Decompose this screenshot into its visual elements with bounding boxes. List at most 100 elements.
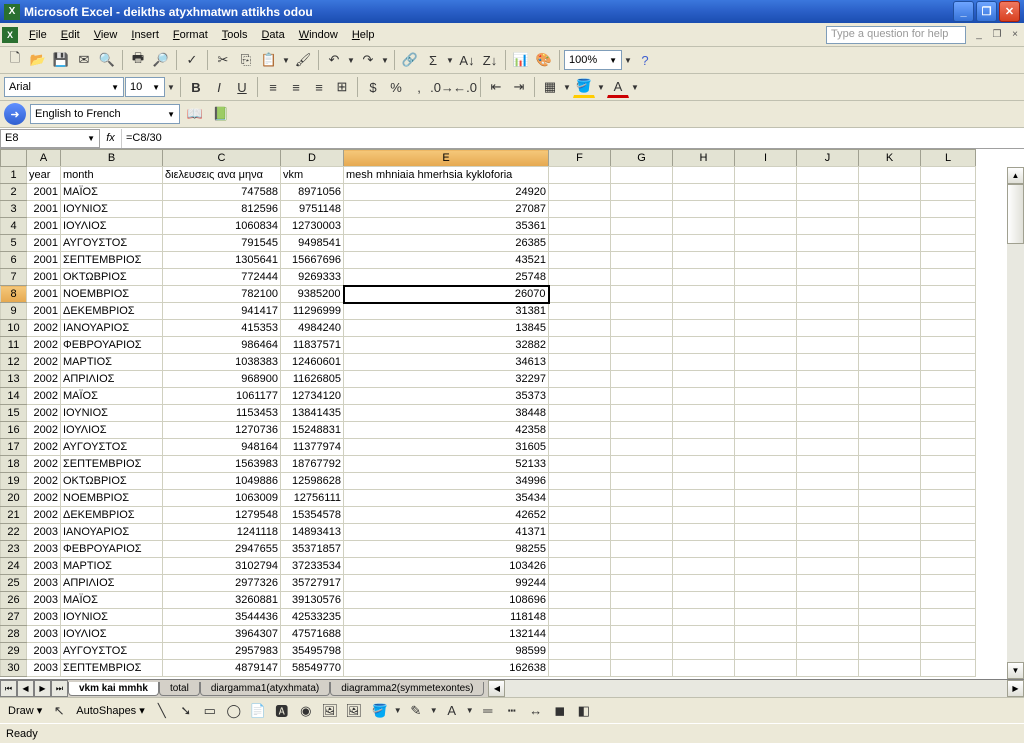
arrow-icon[interactable]: ➘ — [175, 700, 197, 722]
font-size-dropdown[interactable]: ▼ — [166, 83, 176, 92]
cell-E15[interactable]: 38448 — [344, 405, 549, 422]
cell-B6[interactable]: ΣΕΠΤΕΜΒΡΙΟΣ — [61, 252, 163, 269]
cell-F7[interactable] — [549, 269, 611, 286]
cell-C30[interactable]: 4879147 — [163, 660, 281, 677]
cell-E5[interactable]: 26385 — [344, 235, 549, 252]
cell-L21[interactable] — [921, 507, 976, 524]
cell-G17[interactable] — [611, 439, 673, 456]
cell-E6[interactable]: 43521 — [344, 252, 549, 269]
currency-icon[interactable]: $ — [362, 76, 384, 98]
cell-E29[interactable]: 98599 — [344, 643, 549, 660]
new-icon[interactable]: 🗋 — [4, 49, 26, 71]
oval-icon[interactable]: ◯ — [223, 700, 245, 722]
name-box[interactable]: E8▼ — [0, 129, 100, 148]
col-header-F[interactable]: F — [549, 150, 611, 167]
cell-H12[interactable] — [673, 354, 735, 371]
cell-H28[interactable] — [673, 626, 735, 643]
hscroll-right-button[interactable]: ▶ — [1007, 680, 1024, 697]
cell-F27[interactable] — [549, 609, 611, 626]
format-painter-icon[interactable]: 🖌 — [292, 49, 314, 71]
sort-desc-icon[interactable]: Z↓ — [479, 49, 501, 71]
cell-A29[interactable]: 2003 — [27, 643, 61, 660]
scroll-up-button[interactable]: ▲ — [1007, 167, 1024, 184]
row-header-10[interactable]: 10 — [1, 320, 27, 337]
cell-H18[interactable] — [673, 456, 735, 473]
hyperlink-icon[interactable]: 🔗 — [399, 49, 421, 71]
cell-J24[interactable] — [797, 558, 859, 575]
cell-H4[interactable] — [673, 218, 735, 235]
cell-A2[interactable]: 2001 — [27, 184, 61, 201]
cell-L12[interactable] — [921, 354, 976, 371]
cell-L11[interactable] — [921, 337, 976, 354]
cell-G21[interactable] — [611, 507, 673, 524]
cell-L19[interactable] — [921, 473, 976, 490]
cell-K11[interactable] — [859, 337, 921, 354]
font-color-dropdown[interactable]: ▼ — [630, 83, 640, 92]
cell-J30[interactable] — [797, 660, 859, 677]
cell-A15[interactable]: 2002 — [27, 405, 61, 422]
cell-D17[interactable]: 11377974 — [281, 439, 344, 456]
cell-K17[interactable] — [859, 439, 921, 456]
cell-C12[interactable]: 1038383 — [163, 354, 281, 371]
cell-L6[interactable] — [921, 252, 976, 269]
cell-L30[interactable] — [921, 660, 976, 677]
cell-L18[interactable] — [921, 456, 976, 473]
cell-B9[interactable]: ΔΕΚΕΜΒΡΙΟΣ — [61, 303, 163, 320]
cell-H15[interactable] — [673, 405, 735, 422]
chart-wizard-icon[interactable]: 📊 — [510, 49, 532, 71]
sheet-first-button[interactable]: ⏮ — [0, 680, 17, 697]
cell-B16[interactable]: ΙΟΥΛΙΟΣ — [61, 422, 163, 439]
cell-B5[interactable]: ΑΥΓΟΥΣΤΟΣ — [61, 235, 163, 252]
menu-format[interactable]: Format — [166, 26, 215, 44]
row-header-28[interactable]: 28 — [1, 626, 27, 643]
cell-L24[interactable] — [921, 558, 976, 575]
row-header-2[interactable]: 2 — [1, 184, 27, 201]
cell-I11[interactable] — [735, 337, 797, 354]
horizontal-scrollbar[interactable]: ◀ ▶ — [488, 680, 1024, 697]
row-header-4[interactable]: 4 — [1, 218, 27, 235]
cell-D11[interactable]: 11837571 — [281, 337, 344, 354]
cell-J21[interactable] — [797, 507, 859, 524]
cell-G24[interactable] — [611, 558, 673, 575]
translate-option2-icon[interactable]: 📗 — [210, 103, 232, 125]
menu-tools[interactable]: Tools — [215, 26, 255, 44]
cell-G29[interactable] — [611, 643, 673, 660]
cell-F20[interactable] — [549, 490, 611, 507]
row-header-26[interactable]: 26 — [1, 592, 27, 609]
wordart-icon[interactable]: 🅰 — [271, 700, 293, 722]
maximize-button[interactable]: ❐ — [976, 1, 997, 22]
cell-K1[interactable] — [859, 167, 921, 184]
cell-D29[interactable]: 35495798 — [281, 643, 344, 660]
cell-D26[interactable]: 39130576 — [281, 592, 344, 609]
cell-J26[interactable] — [797, 592, 859, 609]
col-header-D[interactable]: D — [281, 150, 344, 167]
cell-G18[interactable] — [611, 456, 673, 473]
cell-F21[interactable] — [549, 507, 611, 524]
cell-H13[interactable] — [673, 371, 735, 388]
cell-A10[interactable]: 2002 — [27, 320, 61, 337]
save-icon[interactable]: 💾 — [50, 49, 72, 71]
cell-A23[interactable]: 2003 — [27, 541, 61, 558]
cell-D12[interactable]: 12460601 — [281, 354, 344, 371]
cell-A12[interactable]: 2002 — [27, 354, 61, 371]
cell-F25[interactable] — [549, 575, 611, 592]
cell-C17[interactable]: 948164 — [163, 439, 281, 456]
sheet-prev-button[interactable]: ◀ — [17, 680, 34, 697]
cell-G1[interactable] — [611, 167, 673, 184]
cell-E26[interactable]: 108696 — [344, 592, 549, 609]
cell-D19[interactable]: 12598628 — [281, 473, 344, 490]
row-header-11[interactable]: 11 — [1, 337, 27, 354]
cell-C7[interactable]: 772444 — [163, 269, 281, 286]
cell-C9[interactable]: 941417 — [163, 303, 281, 320]
cell-A18[interactable]: 2002 — [27, 456, 61, 473]
cell-A13[interactable]: 2002 — [27, 371, 61, 388]
cell-J18[interactable] — [797, 456, 859, 473]
fx-button[interactable]: fx — [100, 129, 122, 148]
cell-F23[interactable] — [549, 541, 611, 558]
cell-K3[interactable] — [859, 201, 921, 218]
cell-K4[interactable] — [859, 218, 921, 235]
cell-J14[interactable] — [797, 388, 859, 405]
cell-F18[interactable] — [549, 456, 611, 473]
cell-J9[interactable] — [797, 303, 859, 320]
cell-K29[interactable] — [859, 643, 921, 660]
